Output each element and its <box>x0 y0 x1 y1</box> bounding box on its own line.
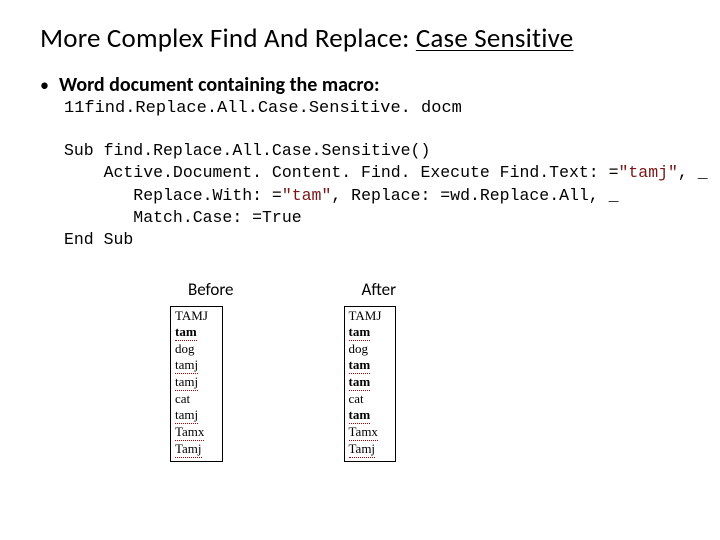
list-item: TAMJ <box>175 309 208 324</box>
list-item: tam <box>349 325 371 341</box>
list-item: dog <box>349 342 369 357</box>
list-item: tam <box>349 375 371 391</box>
list-item: Tamj <box>175 442 202 458</box>
after-label: After <box>362 279 397 300</box>
list-item: cat <box>349 392 364 407</box>
title-underlined: Case Sensitive <box>416 22 574 55</box>
slide-title: More Complex Find And Replace: Case Sens… <box>40 22 680 55</box>
after-column: After TAMJ tam dog tam tam cat tam Tamx … <box>344 279 397 461</box>
code-string-2: "tam" <box>282 186 332 205</box>
list-item: Tamj <box>349 442 376 458</box>
list-item: Tamx <box>175 425 204 441</box>
bullet-marker: • <box>40 76 49 94</box>
title-prefix: More Complex Find And Replace: <box>40 22 416 55</box>
list-item: tam <box>349 358 371 374</box>
code-line-3a: Replace.With: = <box>64 186 282 205</box>
code-line-3b: , Replace: =wd.Replace.All, _ <box>331 186 618 205</box>
list-item: Tamx <box>349 425 378 441</box>
list-item: tamj <box>175 408 198 424</box>
list-item: tam <box>349 408 371 424</box>
list-item: tamj <box>175 358 198 374</box>
code-line-2a: Active.Document. Content. Find. Execute … <box>64 163 619 182</box>
comparison-row: Before TAMJ tam dog tamj tamj cat tamj T… <box>170 279 680 461</box>
code-string-1: "tamj" <box>619 163 678 182</box>
list-item: cat <box>175 392 190 407</box>
bullet-item: • Word document containing the macro: <box>40 73 680 97</box>
code-block: Sub find.Replace.All.Case.Sensitive() Ac… <box>64 140 680 251</box>
before-column: Before TAMJ tam dog tamj tamj cat tamj T… <box>170 279 234 461</box>
list-item: TAMJ <box>349 309 382 324</box>
list-item: tamj <box>175 375 198 391</box>
code-line-5: End Sub <box>64 230 133 249</box>
before-list: TAMJ tam dog tamj tamj cat tamj Tamx Tam… <box>170 306 223 461</box>
list-item: dog <box>175 342 195 357</box>
bullet-text: Word document containing the macro: <box>59 73 380 97</box>
code-line-4: Match.Case: =True <box>64 208 302 227</box>
list-item: tam <box>175 325 197 341</box>
macro-filename: 11find.Replace.All.Case.Sensitive. docm <box>64 99 680 118</box>
slide: More Complex Find And Replace: Case Sens… <box>0 0 720 462</box>
code-line-2b: , _ <box>678 163 708 182</box>
code-line-1: Sub find.Replace.All.Case.Sensitive() <box>64 141 430 160</box>
after-list: TAMJ tam dog tam tam cat tam Tamx Tamj <box>344 306 397 461</box>
before-label: Before <box>188 279 234 300</box>
